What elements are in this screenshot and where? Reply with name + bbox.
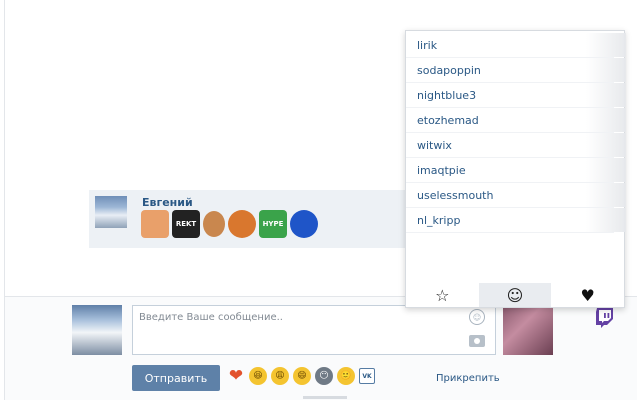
scroll-fade xyxy=(586,183,626,207)
cat-emote[interactable] xyxy=(141,210,169,238)
channel-label: uselessmouth xyxy=(417,189,494,202)
channel-label: imaqtpie xyxy=(417,164,466,177)
channel-label: nightblue3 xyxy=(417,89,477,102)
heart-icon[interactable]: ❤ xyxy=(227,366,245,386)
channel-item[interactable]: uselessmouth xyxy=(406,183,626,208)
vk-icon[interactable]: VK xyxy=(359,368,375,384)
emote-channel-popup: lirik sodapoppin nightblue3 etozhemad witwix… xyxy=(405,30,626,308)
scroll-fade xyxy=(586,33,626,57)
scroll-fade xyxy=(586,108,626,132)
composer: ☺ Отправить ❤😆😩😄😶🙂VK Прикрепить xyxy=(5,296,637,400)
message-row: Евгений REKT HYPE xyxy=(89,190,411,248)
channel-item[interactable]: nightblue3 xyxy=(406,83,626,108)
channel-item[interactable]: lirik xyxy=(406,33,626,58)
sonic-emote[interactable] xyxy=(290,210,318,238)
smile-icon[interactable]: ☺ xyxy=(469,309,485,325)
tab-favorites[interactable]: ☆ xyxy=(406,283,479,307)
scroll-fade xyxy=(586,83,626,107)
smile-icon[interactable]: 🙂 xyxy=(337,367,355,385)
message-input[interactable] xyxy=(132,305,496,355)
face-emote[interactable] xyxy=(203,211,225,237)
rekt-emote[interactable]: REKT xyxy=(172,210,200,238)
channel-item[interactable]: imaqtpie xyxy=(406,158,626,183)
channel-item[interactable]: nl_kripp xyxy=(406,208,626,233)
scroll-fade xyxy=(586,158,626,182)
peer-avatar[interactable] xyxy=(503,305,553,355)
channel-label: nl_kripp xyxy=(417,214,461,227)
message-emotes: REKT HYPE xyxy=(141,210,318,238)
weary-icon[interactable]: 😩 xyxy=(271,367,289,385)
tab-hearts[interactable]: ♥ xyxy=(551,283,624,307)
grin-icon[interactable]: 😄 xyxy=(293,367,311,385)
tab-emotes[interactable]: ☺ xyxy=(478,283,552,307)
channel-label: etozhemad xyxy=(417,114,479,127)
twitch-icon[interactable] xyxy=(595,307,615,329)
channel-item[interactable]: etozhemad xyxy=(406,108,626,133)
channel-label: lirik xyxy=(417,39,438,52)
fox-emote[interactable] xyxy=(228,210,256,238)
author-avatar[interactable] xyxy=(95,196,127,228)
channel-item[interactable]: witwix xyxy=(406,133,626,158)
my-avatar[interactable] xyxy=(72,305,122,355)
scroll-fade xyxy=(586,133,626,157)
resize-handle[interactable] xyxy=(303,396,347,399)
channel-item[interactable]: sodapoppin xyxy=(406,58,626,83)
attach-link[interactable]: Прикрепить xyxy=(436,373,500,384)
quick-emoji-bar: ❤ 😆 😩 😄 😶 🙂 VK xyxy=(227,366,375,386)
channel-list: lirik sodapoppin nightblue3 etozhemad witwix… xyxy=(406,31,626,233)
laugh-icon[interactable]: 😆 xyxy=(249,367,267,385)
channel-label: witwix xyxy=(417,139,452,152)
message-author[interactable]: Евгений xyxy=(142,196,193,209)
scroll-fade xyxy=(586,208,626,232)
scroll-fade xyxy=(586,58,626,82)
camera-icon[interactable] xyxy=(469,335,485,347)
neutral-icon[interactable]: 😶 xyxy=(315,367,333,385)
channel-label: sodapoppin xyxy=(417,64,481,77)
popup-tabs: ☆ ☺ ♥ xyxy=(406,283,624,307)
hype-emote[interactable]: HYPE xyxy=(259,210,287,238)
send-button[interactable]: Отправить xyxy=(132,365,220,391)
